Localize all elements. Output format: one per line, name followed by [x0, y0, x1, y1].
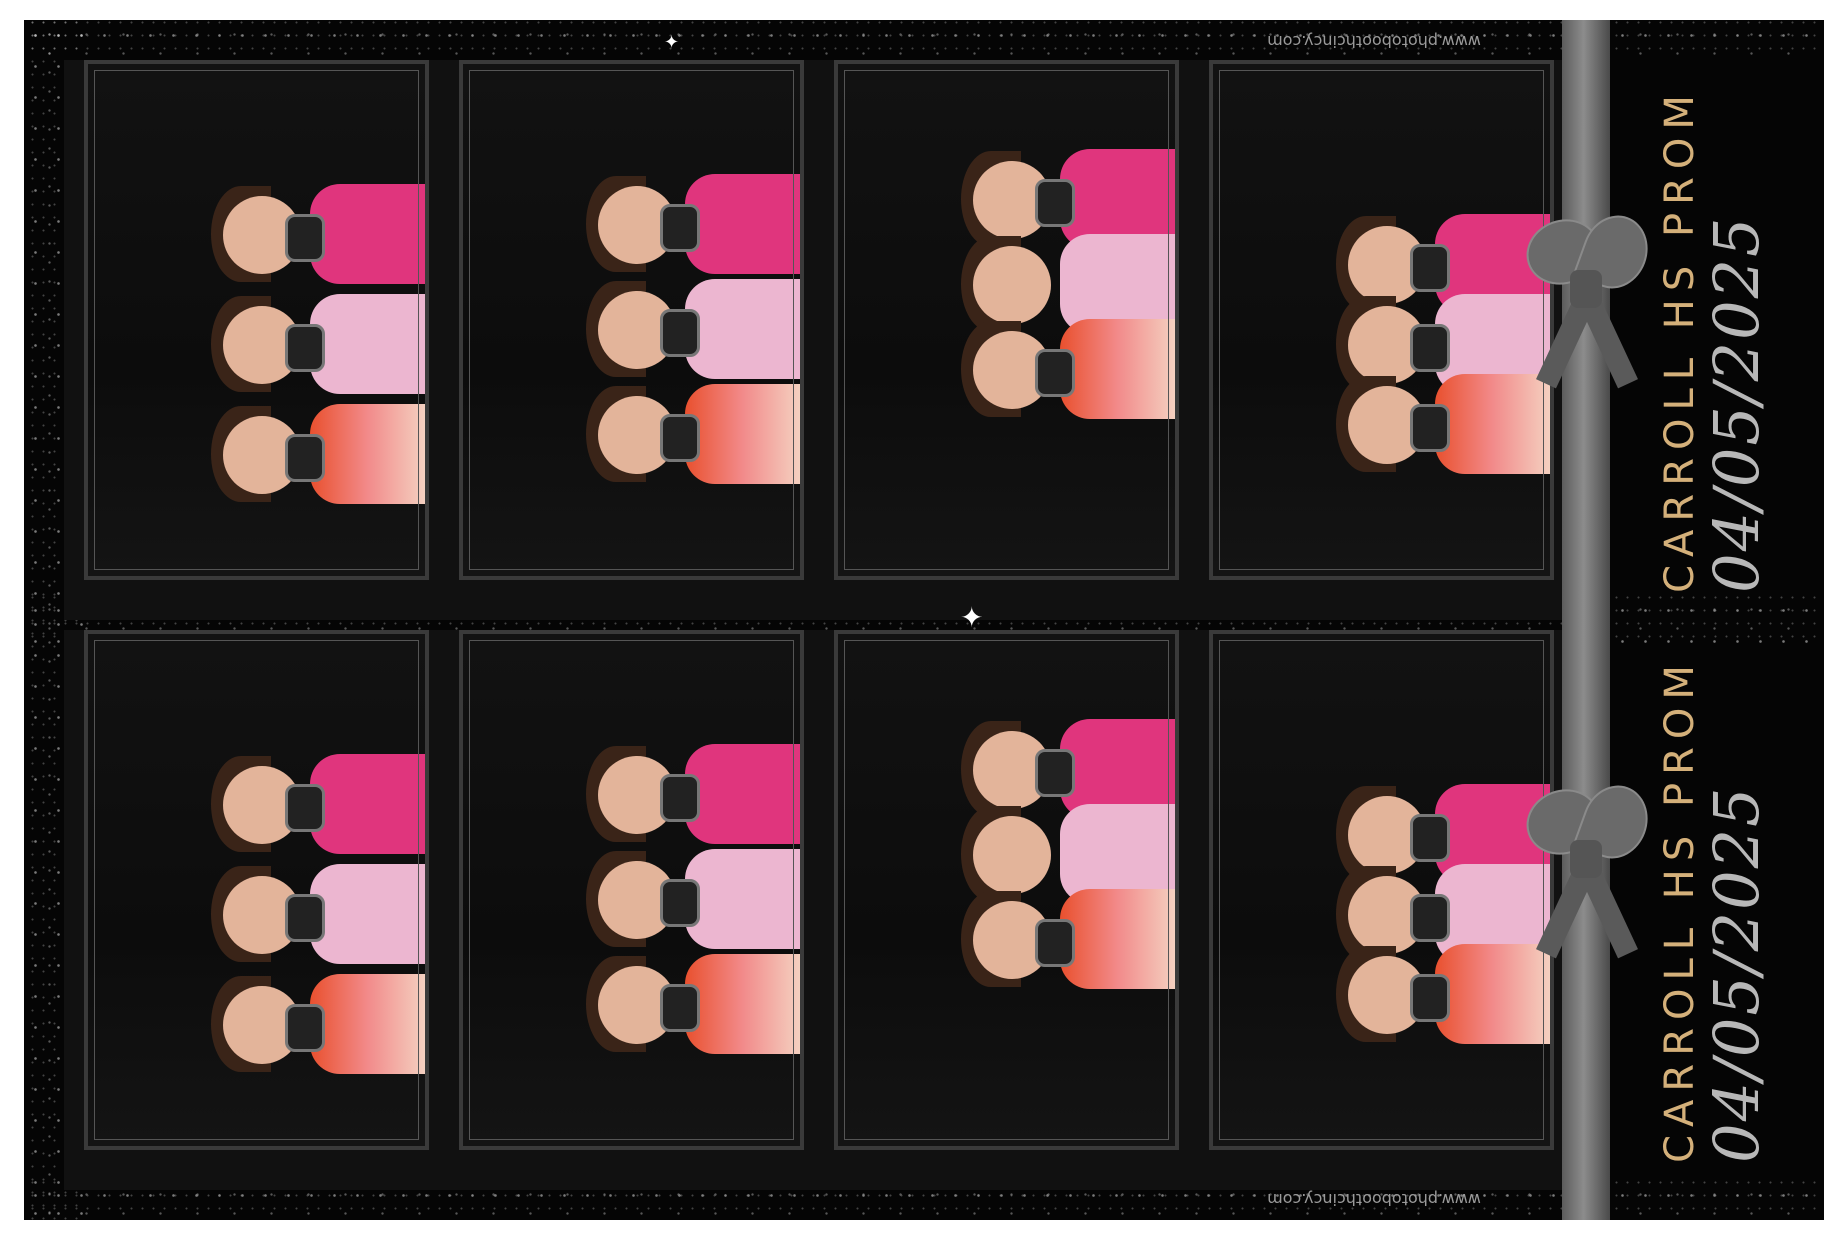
person — [211, 964, 425, 1084]
sparkle-icon: ✦ — [664, 32, 680, 53]
photo-strip-sheet: www.photoboothcincy.com www.photoboothci… — [24, 20, 1824, 1220]
event-label-1: CARROLL HS PROM 04/05/2025 — [1614, 60, 1814, 620]
headphones-icon — [1410, 404, 1450, 452]
person — [586, 944, 800, 1064]
headphones-icon — [1035, 749, 1075, 797]
person — [961, 224, 1175, 344]
headphones-icon — [1410, 324, 1450, 372]
person — [961, 879, 1175, 1039]
photo-strip-1 — [64, 60, 1564, 620]
event-date: 04/05/2025 — [1700, 215, 1773, 593]
person — [211, 284, 425, 404]
person — [961, 309, 1175, 469]
person — [586, 734, 800, 854]
website-label-bottom: www.photoboothcincy.com — [1267, 1190, 1481, 1209]
headphones-icon — [1035, 919, 1075, 967]
headphones-icon — [285, 214, 325, 262]
photo-frame — [84, 60, 429, 580]
photo-frame — [84, 630, 429, 1150]
headphones-icon — [660, 204, 700, 252]
sparkle-icon: ✦ — [960, 601, 984, 634]
photo-frame — [834, 630, 1179, 1150]
headphones-icon — [1035, 179, 1075, 227]
event-date: 04/05/2025 — [1700, 785, 1773, 1163]
website-label-top: www.photoboothcincy.com — [1267, 32, 1481, 51]
person — [586, 269, 800, 389]
photo-frame — [834, 60, 1179, 580]
person — [1336, 284, 1550, 404]
headphones-icon — [660, 774, 700, 822]
headphones-icon — [660, 984, 700, 1032]
event-title: CARROLL HS PROM — [1657, 657, 1703, 1163]
event-label-2: CARROLL HS PROM 04/05/2025 — [1614, 630, 1814, 1190]
person — [1336, 774, 1550, 894]
headphones-icon — [1410, 814, 1450, 862]
person — [586, 839, 800, 959]
person — [961, 709, 1175, 829]
glitter-top — [24, 20, 1824, 60]
photo-frame — [459, 60, 804, 580]
person — [961, 794, 1175, 914]
photo-frame — [459, 630, 804, 1150]
headphones-icon — [285, 434, 325, 482]
headphones-icon — [285, 1004, 325, 1052]
headphones-icon — [660, 309, 700, 357]
headphones-icon — [285, 894, 325, 942]
headphones-icon — [1410, 894, 1450, 942]
person — [1336, 854, 1550, 974]
person — [1336, 364, 1550, 484]
headphones-icon — [1410, 244, 1450, 292]
person — [211, 174, 425, 294]
ribbon-band — [1562, 20, 1610, 1220]
person — [961, 139, 1175, 259]
headphones-icon — [660, 414, 700, 462]
photo-frame — [1209, 630, 1554, 1150]
headphones-icon — [1035, 349, 1075, 397]
person — [211, 394, 425, 514]
person — [1336, 204, 1550, 324]
headphones-icon — [660, 879, 700, 927]
photo-strip-2 — [64, 630, 1564, 1190]
person — [1336, 934, 1550, 1054]
headphones-icon — [285, 324, 325, 372]
person — [586, 374, 800, 494]
headphones-icon — [285, 784, 325, 832]
photo-frame — [1209, 60, 1554, 580]
person — [211, 854, 425, 974]
event-title: CARROLL HS PROM — [1657, 87, 1703, 593]
headphones-icon — [1410, 974, 1450, 1022]
person — [211, 744, 425, 864]
person — [586, 164, 800, 284]
